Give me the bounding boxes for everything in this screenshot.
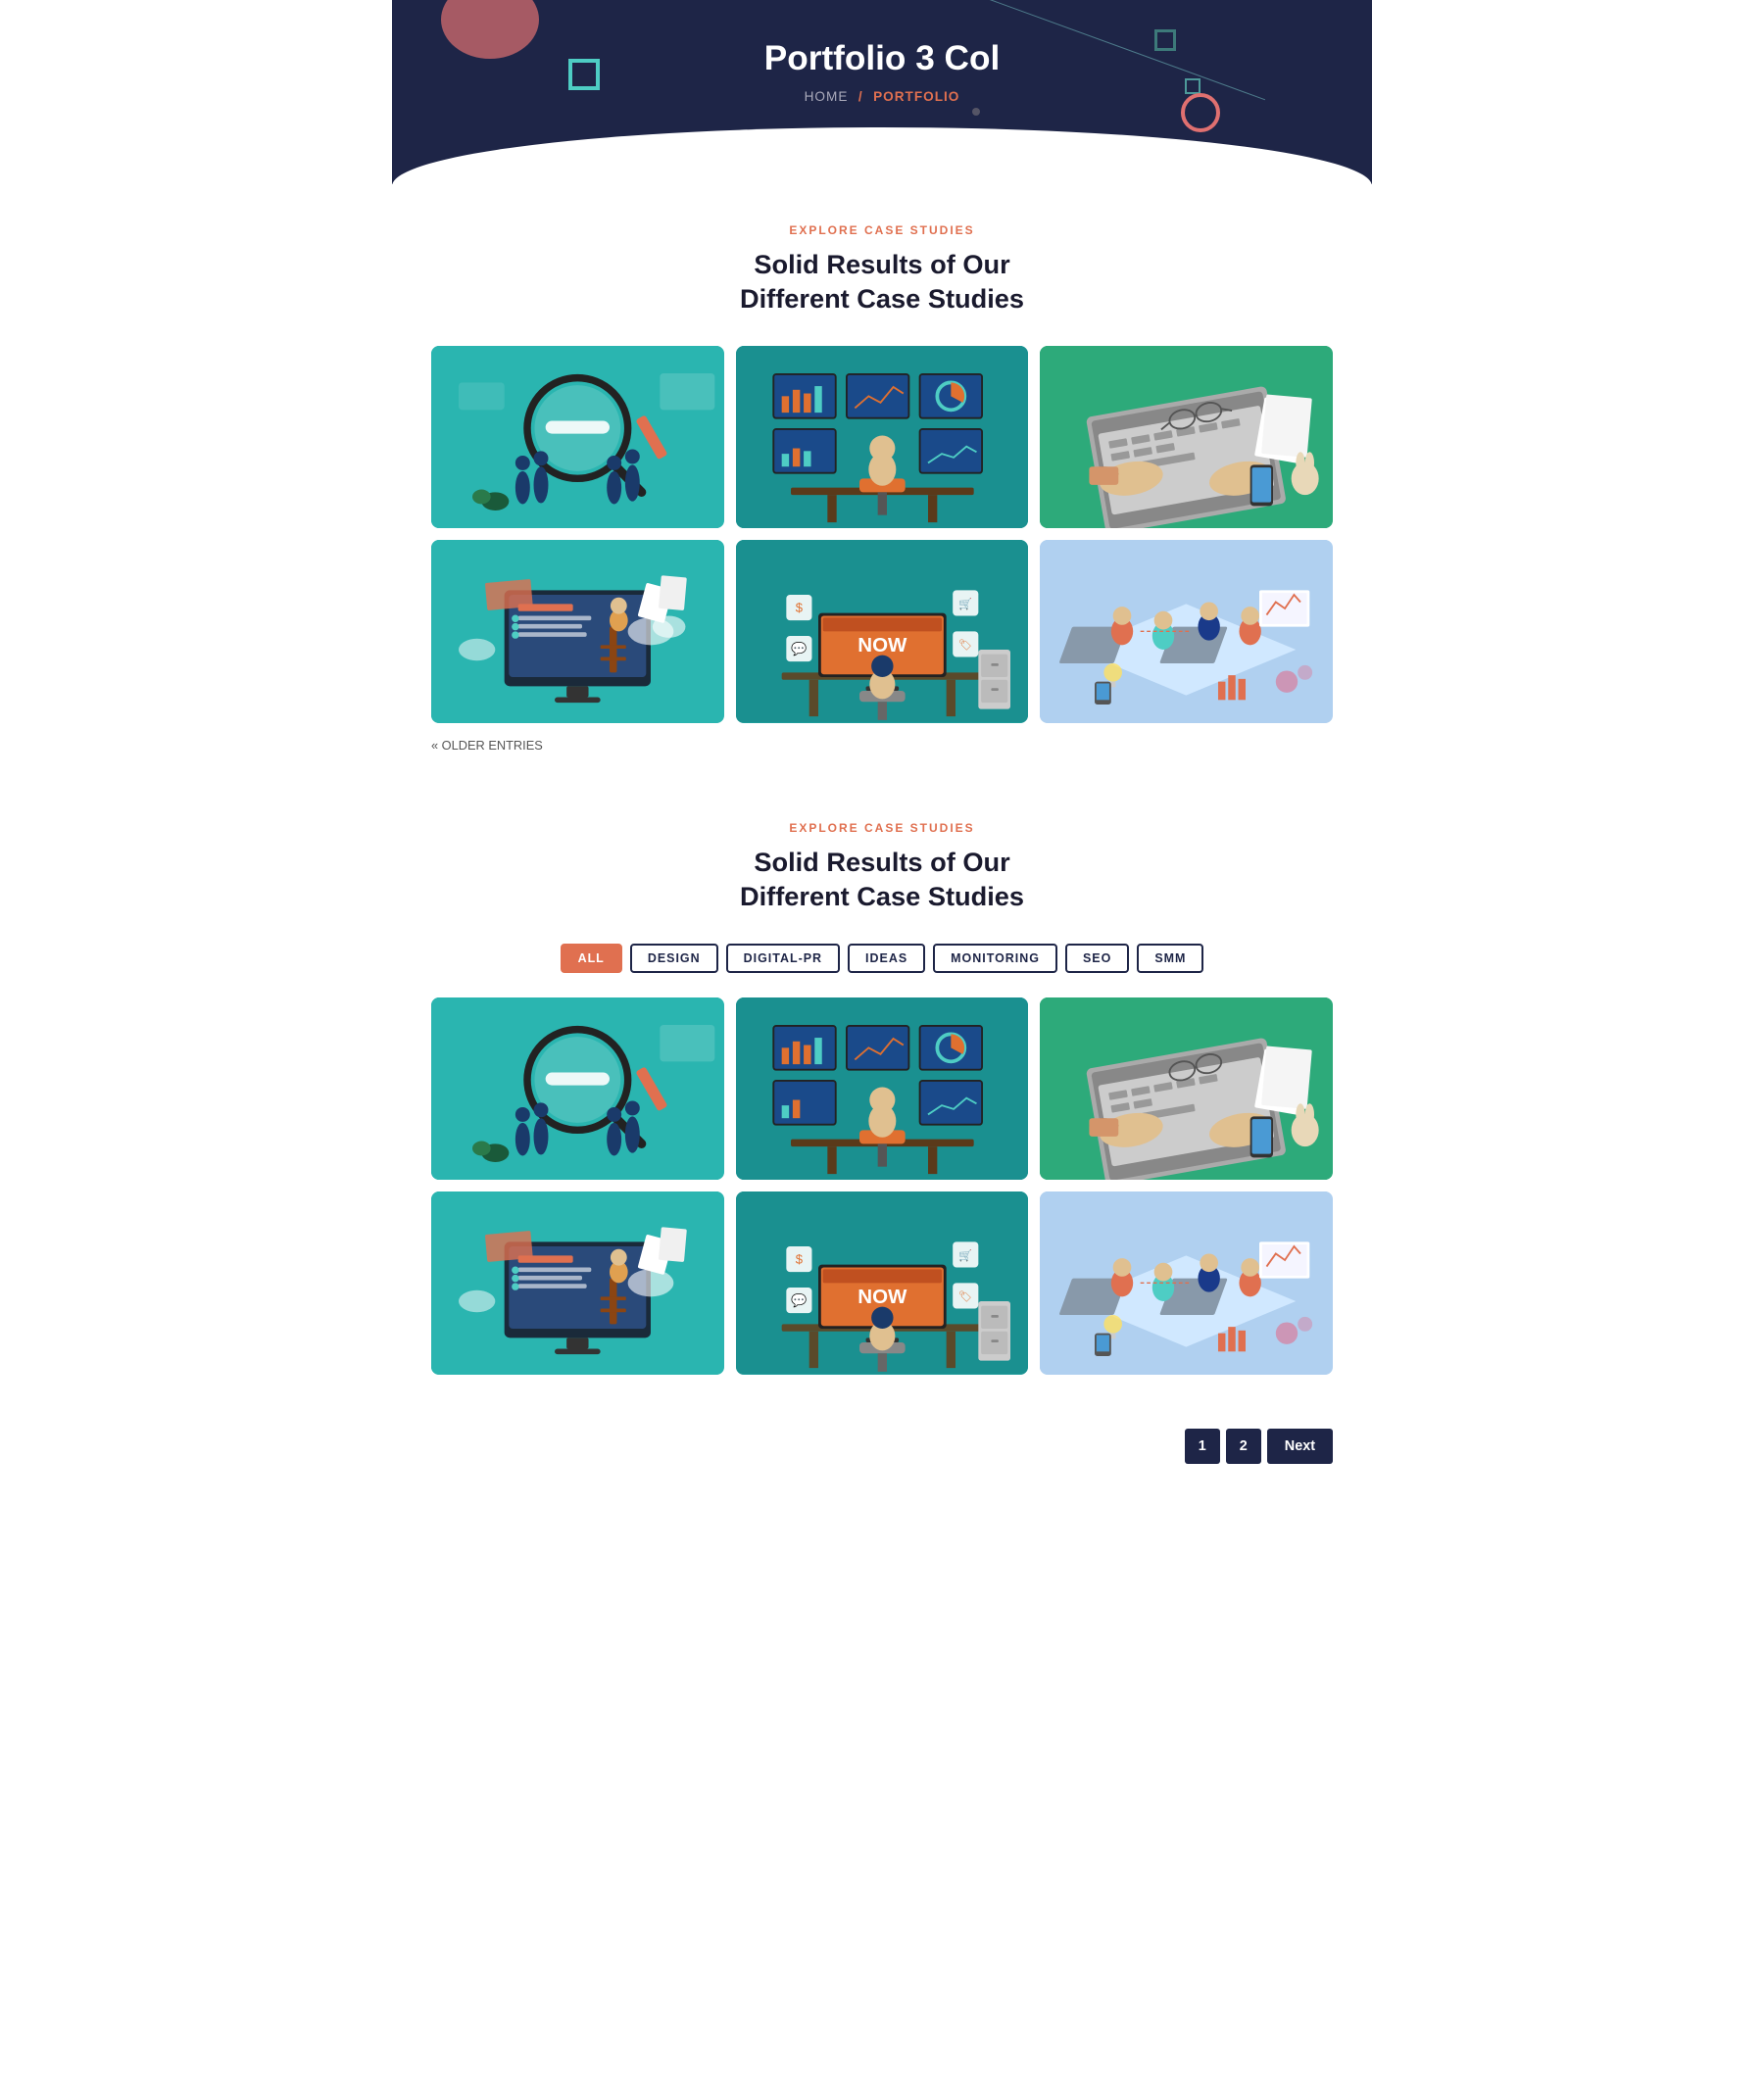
- svg-text:🏷: 🏷: [958, 1290, 972, 1303]
- portfolio-item-1-4[interactable]: [431, 540, 724, 723]
- page-title: Portfolio 3 Col: [412, 39, 1352, 78]
- portfolio-item-1-2[interactable]: [736, 346, 1029, 529]
- svg-text:🛒: 🛒: [958, 1248, 972, 1262]
- filter-design[interactable]: DESIGN: [630, 944, 718, 973]
- section2-title: Solid Results of Our Different Case Stud…: [431, 845, 1333, 914]
- svg-text:🛒: 🛒: [958, 597, 972, 610]
- filter-digital-pr[interactable]: DIGITAL-PR: [726, 944, 840, 973]
- svg-text:🏷: 🏷: [958, 639, 972, 652]
- portfolio-item-1-1[interactable]: [431, 346, 724, 529]
- next-button[interactable]: Next: [1267, 1429, 1333, 1464]
- page-header: Portfolio 3 Col HOME / PORTFOLIO: [392, 0, 1372, 184]
- portfolio-item-2-2[interactable]: [736, 997, 1029, 1181]
- filter-seo[interactable]: SEO: [1065, 944, 1129, 973]
- filter-all[interactable]: ALL: [561, 944, 622, 973]
- filter-smm[interactable]: SMM: [1137, 944, 1203, 973]
- portfolio-item-2-6[interactable]: [1040, 1191, 1333, 1375]
- section2-label: EXPLORE CASE STUDIES: [431, 821, 1333, 835]
- svg-text:NOW: NOW: [858, 634, 907, 656]
- deco-dot: [972, 108, 980, 116]
- filter-monitoring[interactable]: MONITORING: [933, 944, 1057, 973]
- breadcrumb-current: PORTFOLIO: [873, 89, 959, 104]
- section-1: EXPLORE CASE STUDIES Solid Results of Ou…: [392, 184, 1372, 782]
- portfolio-item-2-4[interactable]: [431, 1191, 724, 1375]
- older-entries-link[interactable]: « OLDER ENTRIES: [431, 738, 1333, 753]
- svg-text:$: $: [795, 601, 803, 615]
- svg-text:💬: 💬: [791, 642, 807, 656]
- portfolio-item-2-1[interactable]: [431, 997, 724, 1181]
- section-2: EXPLORE CASE STUDIES Solid Results of Ou…: [392, 782, 1372, 1419]
- filter-tabs: ALL DESIGN DIGITAL-PR IDEAS MONITORING S…: [431, 944, 1333, 973]
- portfolio-grid-1: NOW $ 🛒 💬 🏷: [431, 346, 1333, 723]
- svg-text:💬: 💬: [791, 1293, 807, 1308]
- breadcrumb: HOME / PORTFOLIO: [412, 88, 1352, 106]
- page-2-button[interactable]: 2: [1226, 1429, 1261, 1464]
- portfolio-item-1-6[interactable]: [1040, 540, 1333, 723]
- portfolio-item-1-3[interactable]: [1040, 346, 1333, 529]
- filter-ideas[interactable]: IDEAS: [848, 944, 925, 973]
- portfolio-item-1-5[interactable]: NOW $ 🛒 💬 🏷: [736, 540, 1029, 723]
- portfolio-item-2-5[interactable]: NOW $ 🛒 💬 🏷: [736, 1191, 1029, 1375]
- portfolio-item-2-3[interactable]: [1040, 997, 1333, 1181]
- breadcrumb-home[interactable]: HOME: [805, 89, 849, 104]
- section1-title: Solid Results of Our Different Case Stud…: [431, 247, 1333, 316]
- pagination: 1 2 Next: [392, 1419, 1372, 1493]
- portfolio-grid-2: NOW $ 🛒 💬 🏷: [431, 997, 1333, 1375]
- section1-label: EXPLORE CASE STUDIES: [431, 223, 1333, 237]
- svg-text:NOW: NOW: [858, 1286, 907, 1308]
- svg-text:$: $: [795, 1252, 803, 1267]
- page-1-button[interactable]: 1: [1185, 1429, 1220, 1464]
